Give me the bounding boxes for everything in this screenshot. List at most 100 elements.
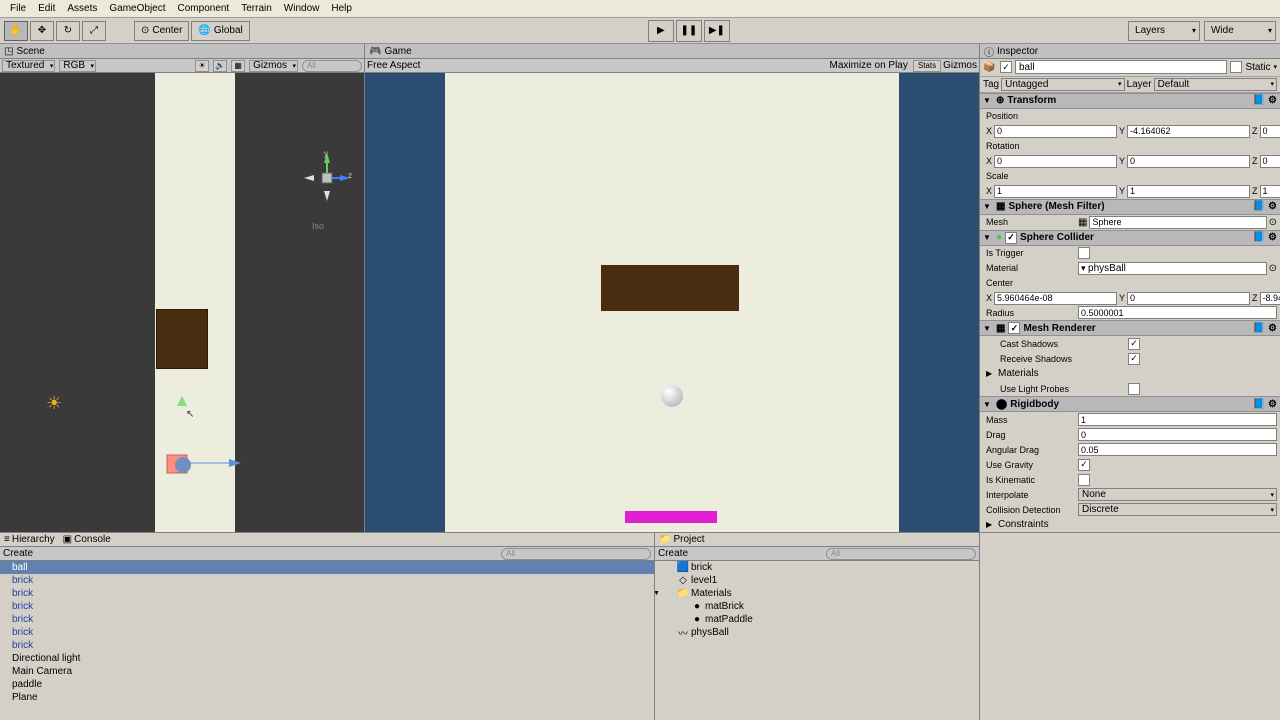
- hierarchy-item[interactable]: brick: [0, 639, 654, 652]
- scene-tab[interactable]: ◳Scene: [0, 44, 364, 59]
- help-icon[interactable]: 📘: [1253, 201, 1265, 212]
- collider-enabled-checkbox[interactable]: ✓: [1005, 232, 1017, 244]
- scale-tool-button[interactable]: ⤢: [82, 21, 106, 41]
- center-x-input[interactable]: [994, 292, 1117, 305]
- stats-button[interactable]: Stats: [913, 60, 941, 72]
- shading-dropdown[interactable]: Textured: [2, 60, 55, 72]
- interpolate-dropdown[interactable]: None: [1078, 488, 1277, 501]
- use-light-probes-checkbox[interactable]: [1128, 383, 1140, 395]
- hierarchy-item[interactable]: ball: [0, 561, 654, 574]
- hierarchy-item[interactable]: brick: [0, 600, 654, 613]
- static-dropdown-icon[interactable]: ▾: [1273, 63, 1277, 71]
- project-item[interactable]: ●matPaddle: [655, 613, 979, 626]
- object-picker-icon[interactable]: ⊙: [1269, 263, 1277, 274]
- hierarchy-item[interactable]: Plane: [0, 691, 654, 704]
- center-y-input[interactable]: [1127, 292, 1250, 305]
- help-icon[interactable]: 📘: [1253, 323, 1265, 334]
- hand-tool-button[interactable]: ✋: [4, 21, 28, 41]
- project-tab[interactable]: 📁Project: [659, 534, 705, 545]
- rotate-tool-button[interactable]: ↻: [56, 21, 80, 41]
- project-item[interactable]: 🟦brick: [655, 561, 979, 574]
- hierarchy-item[interactable]: brick: [0, 574, 654, 587]
- aspect-dropdown[interactable]: Free Aspect: [367, 60, 420, 71]
- scene-viewport[interactable]: y z Iso ☀ ↖: [0, 73, 364, 532]
- hierarchy-create-dropdown[interactable]: Create: [3, 548, 33, 559]
- transform-header[interactable]: ▼ ⊕ Transform 📘 ⚙: [980, 93, 1280, 109]
- radius-input[interactable]: [1078, 306, 1277, 319]
- menu-assets[interactable]: Assets: [61, 1, 103, 16]
- scene-audio-toggle[interactable]: 🔊: [213, 60, 227, 72]
- rigidbody-header[interactable]: ▼ ⬤ Rigidbody 📘 ⚙: [980, 396, 1280, 412]
- gear-icon[interactable]: ⚙: [1268, 399, 1277, 410]
- space-toggle[interactable]: 🌐Global: [191, 21, 249, 41]
- hierarchy-tab[interactable]: ≡Hierarchy: [4, 534, 55, 545]
- game-gizmos-dropdown[interactable]: Gizmos: [943, 60, 977, 72]
- layer-dropdown[interactable]: Default: [1154, 78, 1277, 91]
- pivot-toggle[interactable]: ⊙Center: [134, 21, 189, 41]
- hierarchy-item[interactable]: brick: [0, 587, 654, 600]
- play-button[interactable]: ▶: [648, 20, 674, 42]
- gameobject-active-checkbox[interactable]: ✓: [1000, 61, 1012, 73]
- menu-gameobject[interactable]: GameObject: [103, 1, 171, 16]
- pause-button[interactable]: ❚❚: [676, 20, 702, 42]
- mesh-field[interactable]: Sphere: [1089, 216, 1266, 229]
- hierarchy-item[interactable]: Main Camera: [0, 665, 654, 678]
- mesh-filter-header[interactable]: ▼ ▦ Sphere (Mesh Filter) 📘 ⚙: [980, 199, 1280, 215]
- rotation-y-input[interactable]: [1127, 155, 1250, 168]
- gear-icon[interactable]: ⚙: [1268, 95, 1277, 106]
- position-z-input[interactable]: [1260, 125, 1280, 138]
- scene-brick-object[interactable]: [156, 309, 208, 369]
- scene-light-toggle[interactable]: ☀: [195, 60, 209, 72]
- scale-x-input[interactable]: [994, 185, 1117, 198]
- help-icon[interactable]: 📘: [1253, 232, 1265, 243]
- gear-icon[interactable]: ⚙: [1268, 201, 1277, 212]
- is-kinematic-checkbox[interactable]: [1078, 474, 1090, 486]
- static-checkbox[interactable]: [1230, 61, 1242, 73]
- game-tab[interactable]: 🎮Game: [365, 44, 979, 59]
- scale-z-input[interactable]: [1260, 185, 1280, 198]
- physics-material-field[interactable]: ▾ physBall: [1078, 262, 1267, 275]
- inspector-tab[interactable]: ⓘInspector: [980, 44, 1280, 59]
- project-item[interactable]: ●matBrick: [655, 600, 979, 613]
- step-button[interactable]: ▶❚: [704, 20, 730, 42]
- menu-component[interactable]: Component: [172, 1, 236, 16]
- maximize-toggle[interactable]: Maximize on Play: [830, 60, 911, 72]
- rotation-x-input[interactable]: [994, 155, 1117, 168]
- angular-drag-input[interactable]: [1078, 443, 1277, 456]
- help-icon[interactable]: 📘: [1253, 95, 1265, 106]
- orientation-gizmo[interactable]: y z: [302, 151, 352, 203]
- mass-input[interactable]: [1078, 413, 1277, 426]
- project-item[interactable]: 〰physBall: [655, 626, 979, 639]
- scale-y-input[interactable]: [1127, 185, 1250, 198]
- project-item[interactable]: ◇level1: [655, 574, 979, 587]
- menu-file[interactable]: File: [4, 1, 32, 16]
- foldout-icon[interactable]: ▶: [986, 520, 996, 529]
- collision-detection-dropdown[interactable]: Discrete: [1078, 503, 1277, 516]
- use-gravity-checkbox[interactable]: ✓: [1078, 459, 1090, 471]
- menu-help[interactable]: Help: [325, 1, 358, 16]
- gear-icon[interactable]: ⚙: [1268, 323, 1277, 334]
- gizmos-dropdown[interactable]: Gizmos: [249, 60, 298, 72]
- light-gizmo-icon[interactable]: ☀: [46, 393, 62, 414]
- gameobject-name-input[interactable]: [1015, 60, 1227, 74]
- project-item[interactable]: ▼📁Materials: [655, 587, 979, 600]
- is-trigger-checkbox[interactable]: [1078, 247, 1090, 259]
- hierarchy-item[interactable]: brick: [0, 613, 654, 626]
- project-search[interactable]: All: [826, 548, 976, 560]
- console-tab[interactable]: ▣Console: [63, 534, 111, 545]
- hierarchy-item[interactable]: Directional light: [0, 652, 654, 665]
- menu-edit[interactable]: Edit: [32, 1, 61, 16]
- menu-terrain[interactable]: Terrain: [235, 1, 278, 16]
- renderer-enabled-checkbox[interactable]: ✓: [1008, 322, 1020, 334]
- hierarchy-item[interactable]: paddle: [0, 678, 654, 691]
- menu-window[interactable]: Window: [278, 1, 326, 16]
- hierarchy-search[interactable]: All: [501, 548, 651, 560]
- hierarchy-item[interactable]: brick: [0, 626, 654, 639]
- receive-shadows-checkbox[interactable]: ✓: [1128, 353, 1140, 365]
- mesh-renderer-header[interactable]: ▼ ▦ ✓ Mesh Renderer 📘 ⚙: [980, 320, 1280, 336]
- layout-dropdown[interactable]: Wide: [1204, 21, 1276, 41]
- object-picker-icon[interactable]: ⊙: [1269, 217, 1277, 228]
- render-dropdown[interactable]: RGB: [59, 60, 96, 72]
- gear-icon[interactable]: ⚙: [1268, 232, 1277, 243]
- scene-ball-object[interactable]: [165, 451, 191, 477]
